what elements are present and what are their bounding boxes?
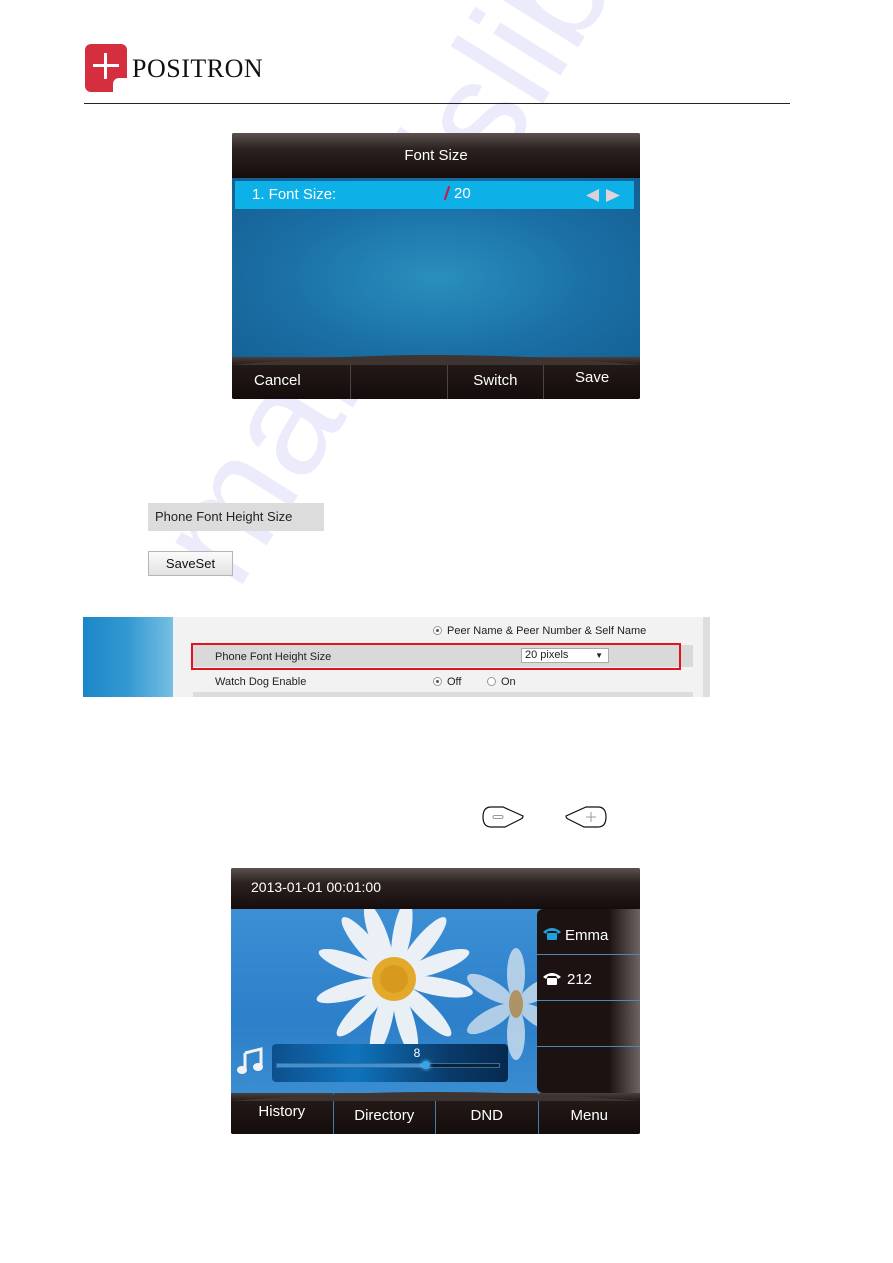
highlight-box: [191, 643, 681, 670]
line-key-4[interactable]: [537, 1047, 640, 1092]
header-divider: [84, 103, 790, 104]
line-keys: Emma 212: [537, 909, 640, 1093]
pencil-icon: [443, 185, 451, 201]
volume-down-key-icon: [481, 805, 524, 828]
line-key-1[interactable]: Emma: [537, 909, 640, 955]
radio-unselected-icon[interactable]: [487, 677, 496, 686]
volume-value: 8: [413, 1046, 421, 1060]
font-size-value[interactable]: 20: [454, 185, 471, 202]
phone-icon: [542, 926, 562, 946]
left-right-arrows-icon[interactable]: [586, 189, 620, 206]
line-key-label: 212: [567, 971, 593, 988]
font-size-item-label: 1. Font Size:: [252, 186, 337, 203]
volume-up-key-icon: [564, 805, 607, 828]
volume-knob[interactable]: [421, 1061, 430, 1069]
saveset-button[interactable]: SaveSet: [148, 551, 233, 576]
volume-slider[interactable]: [276, 1061, 500, 1069]
idle-screen: 2013-01-01 00:01:00 8 Emma 212 History D…: [231, 868, 640, 1134]
peer-name-option[interactable]: Peer Name & Peer Number & Self Name: [433, 625, 646, 637]
watch-dog-label: Watch Dog Enable: [215, 676, 307, 688]
line-key-2[interactable]: 212: [537, 955, 640, 1001]
volume-fill: [277, 1064, 426, 1067]
status-bar: 2013-01-01 00:01:00: [231, 868, 640, 909]
softkey-arc: [232, 355, 640, 365]
row-divider: [193, 692, 693, 697]
datetime: 2013-01-01 00:01:00: [251, 879, 381, 895]
line-key-label: Emma: [565, 927, 609, 944]
line-key-3[interactable]: [537, 1001, 640, 1047]
watch-dog-on-option[interactable]: On: [487, 676, 516, 688]
font-size-item[interactable]: 1. Font Size: 20: [235, 181, 634, 209]
screen-title: Font Size: [404, 147, 468, 164]
screen-body: 1. Font Size: 20: [232, 178, 640, 359]
phone-icon: [542, 971, 562, 991]
web-ui-sidebar: [83, 617, 173, 697]
music-note-icon: [237, 1047, 265, 1075]
positron-logo-icon: [85, 44, 127, 92]
font-size-screen: Font Size 1. Font Size: 20 Cancel Switch…: [232, 133, 640, 399]
web-ui-scrollbar[interactable]: [703, 617, 710, 697]
volume-bar: 8: [272, 1044, 508, 1082]
watch-dog-off-option[interactable]: Off: [433, 676, 461, 688]
screen-title-bar: Font Size: [232, 133, 640, 178]
radio-selected-icon[interactable]: [433, 626, 442, 635]
softkey-arc: [231, 1092, 640, 1101]
brand-name: POSITRON: [132, 54, 264, 83]
phone-font-height-size-label: Phone Font Height Size: [148, 503, 324, 531]
radio-selected-icon[interactable]: [433, 677, 442, 686]
